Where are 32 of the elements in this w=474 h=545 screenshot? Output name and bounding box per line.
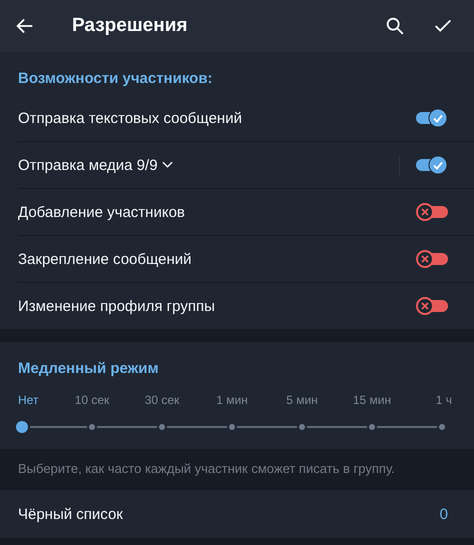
toggle-switch[interactable] — [416, 249, 448, 269]
slow-mode-option[interactable]: 5 мин — [286, 393, 318, 407]
toggle-switch[interactable] — [416, 108, 448, 128]
slider-stop[interactable] — [89, 424, 95, 430]
slow-mode-option[interactable]: 30 сек — [144, 393, 180, 407]
toggle-switch[interactable] — [416, 296, 448, 316]
permission-label: Отправка текстовых сообщений — [18, 110, 242, 126]
slider-stop[interactable] — [159, 424, 165, 430]
screen-title: Разрешения — [72, 15, 188, 37]
toggle-switch[interactable] — [416, 202, 448, 222]
blacklist-count: 0 — [440, 506, 448, 522]
section-title: Медленный режим — [17, 359, 160, 379]
search-icon[interactable] — [384, 15, 406, 37]
section-title: Возможности участников: — [17, 69, 214, 89]
permission-label: Отправка медиа 9/9 — [18, 156, 158, 174]
permission-label: Изменение профиля группы — [18, 298, 215, 314]
slow-mode-option[interactable]: 1 мин — [216, 393, 248, 407]
slider-stop[interactable] — [229, 424, 235, 430]
slider-stop[interactable] — [299, 424, 305, 430]
permission-label: Закрепление сообщений — [18, 250, 192, 268]
slow-mode-option[interactable]: 1 ч — [436, 393, 452, 407]
permission-label: Добавление участников — [18, 204, 185, 220]
slider-stop[interactable] — [439, 424, 445, 430]
slow-mode-option[interactable]: 15 мин — [352, 393, 392, 407]
slow-mode-option[interactable]: Нет — [18, 393, 38, 407]
toggle-switch[interactable] — [416, 155, 448, 175]
chevron-icon[interactable] — [162, 161, 173, 169]
blacklist-label[interactable]: Чёрный список — [18, 506, 440, 522]
slider-stop[interactable] — [369, 424, 375, 430]
slider-thumb[interactable] — [16, 421, 28, 433]
hint-text: Выберите, как часто каждый участник сможет писать в группу. — [17, 460, 396, 478]
slow-mode-option[interactable]: 10 сек — [74, 393, 110, 407]
